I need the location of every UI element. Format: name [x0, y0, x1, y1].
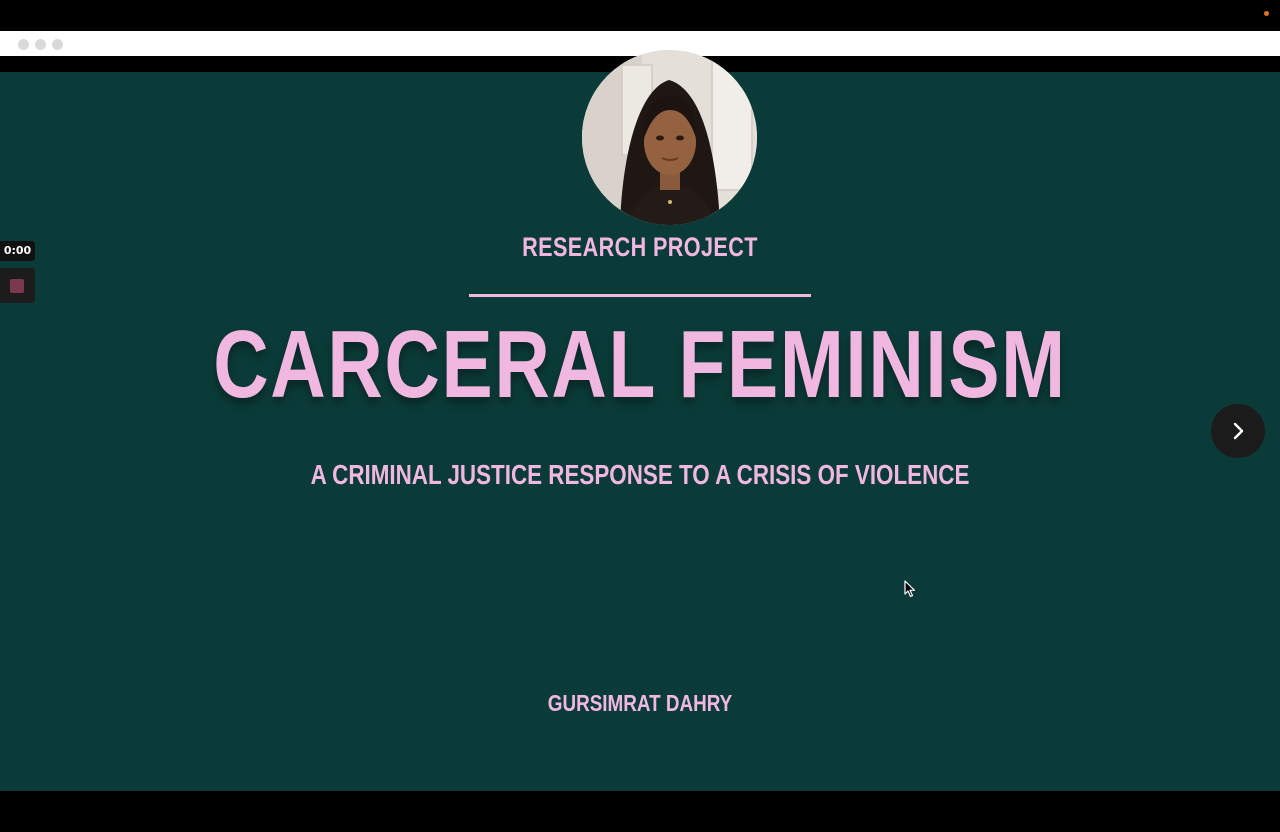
mouse-pointer-icon	[904, 580, 916, 603]
slide-eyebrow: RESEARCH PROJECT	[522, 232, 758, 262]
window-maximize-button[interactable]	[52, 39, 63, 50]
stop-recording-button[interactable]	[0, 268, 35, 303]
webcam-bubble[interactable]	[582, 50, 757, 225]
slide-title: CARCERAL FEMINISM	[213, 311, 1067, 418]
browser-bar	[0, 31, 1280, 56]
chevron-right-icon	[1233, 422, 1244, 440]
recording-timer: 0:00	[0, 241, 35, 261]
window-minimize-button[interactable]	[35, 39, 46, 50]
window-controls	[18, 39, 63, 50]
recording-controls: 0:00	[0, 241, 35, 303]
recording-indicator-dot	[1264, 11, 1269, 16]
stop-icon	[10, 279, 24, 293]
slide-subtitle: A CRIMINAL JUSTICE RESPONSE TO A CRISIS …	[310, 459, 970, 490]
next-slide-button[interactable]	[1211, 404, 1265, 458]
window-close-button[interactable]	[18, 39, 29, 50]
presenter-video	[582, 50, 757, 225]
slide-author: GURSIMRAT DAHRY	[547, 690, 733, 716]
title-divider	[469, 294, 811, 297]
screen: 0:00 RESEARCH PROJECT CARCERAL FEMINISM …	[0, 0, 1280, 832]
